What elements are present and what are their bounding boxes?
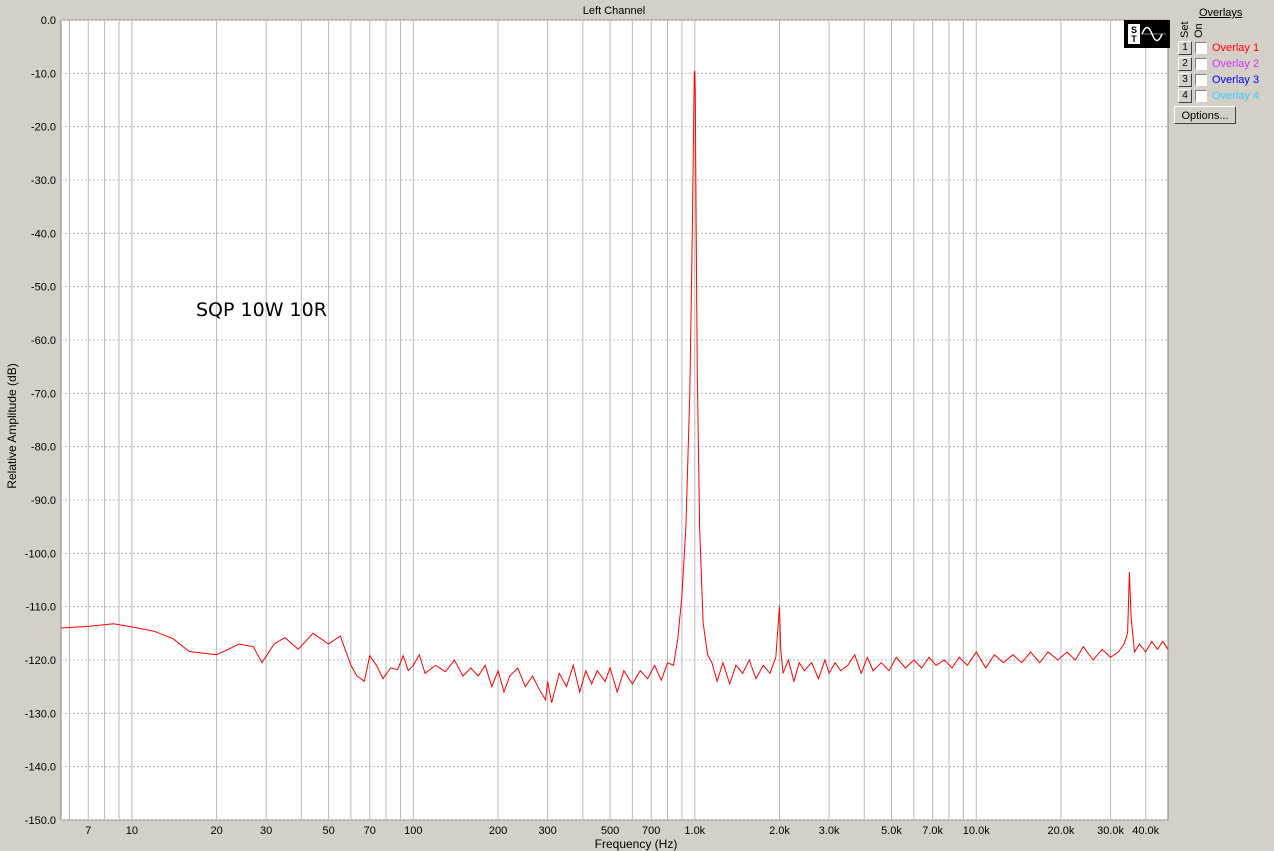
- overlay-3-label: Overlay 3: [1212, 74, 1260, 86]
- x-tick-label: 1.0k: [684, 825, 705, 837]
- x-tick-label: 70: [364, 825, 376, 837]
- overlay-4-label: Overlay 4: [1212, 90, 1260, 102]
- y-tick-label: -90.0: [31, 495, 56, 507]
- x-tick-label: 200: [489, 825, 507, 837]
- x-tick-label: 50: [322, 825, 334, 837]
- overlay-2-checkbox[interactable]: [1195, 58, 1207, 70]
- x-tick-label: 2.0k: [769, 825, 790, 837]
- y-tick-label: -10.0: [31, 68, 56, 80]
- overlay-3-set-button[interactable]: 3: [1178, 73, 1192, 87]
- options-button[interactable]: Options...: [1174, 106, 1236, 124]
- overlays-title: Overlays: [1199, 7, 1243, 19]
- y-tick-label: -130.0: [25, 708, 56, 720]
- overlay-row-3: 3 Overlay 3: [1178, 73, 1259, 87]
- x-tick-label: 30.0k: [1097, 825, 1124, 837]
- y-tick-label: -30.0: [31, 175, 56, 187]
- overlay-row-4: 4 Overlay 4: [1178, 89, 1259, 103]
- y-tick-label: 0.0: [41, 15, 56, 27]
- set-column-label: Set: [1179, 21, 1191, 38]
- overlay-1-label: Overlay 1: [1212, 42, 1260, 54]
- y-axis-title: Relative Amplitude (dB): [5, 363, 19, 488]
- svg-text:T: T: [1131, 34, 1137, 44]
- x-tick-label: 100: [404, 825, 422, 837]
- sine-wave-logo-icon: S T: [1124, 20, 1170, 48]
- x-tick-label: 5.0k: [881, 825, 902, 837]
- overlay-2-set-button[interactable]: 2: [1178, 57, 1192, 71]
- overlay-3-checkbox[interactable]: [1195, 74, 1207, 86]
- x-tick-label: 20: [210, 825, 222, 837]
- overlay-4-set-button[interactable]: 4: [1178, 89, 1192, 103]
- y-tick-label: -40.0: [31, 228, 56, 240]
- y-tick-label: -50.0: [31, 282, 56, 294]
- y-tick-label: -20.0: [31, 122, 56, 134]
- x-tick-label: 3.0k: [819, 825, 840, 837]
- y-tick-label: -140.0: [25, 762, 56, 774]
- y-tick-label: -80.0: [31, 442, 56, 454]
- overlay-1-set-button[interactable]: 1: [1178, 41, 1192, 55]
- overlay-4-checkbox[interactable]: [1195, 90, 1207, 102]
- y-tick-label: -100.0: [25, 548, 56, 560]
- plot-area: [60, 19, 1169, 821]
- x-tick-label: 7.0k: [922, 825, 943, 837]
- x-axis-title: Frequency (Hz): [595, 837, 678, 851]
- chart-title: Left Channel: [583, 5, 645, 17]
- x-tick-label: 10.0k: [963, 825, 990, 837]
- y-tick-label: -70.0: [31, 388, 56, 400]
- y-tick-label: -60.0: [31, 335, 56, 347]
- spectrum-chart: 7 10 20 30 50 70 100 200 300 500 700 1.0k 2.0k 3.0k 5.…: [5, 5, 1169, 851]
- overlay-2-label: Overlay 2: [1212, 58, 1260, 70]
- x-tick-label: 7: [85, 825, 91, 837]
- x-tick-label: 30: [260, 825, 272, 837]
- overlay-row-1: 1 Overlay 1: [1178, 41, 1259, 55]
- chart-annotation: SQP 10W 10R: [196, 299, 327, 321]
- x-tick-label: 10: [126, 825, 138, 837]
- x-tick-label: 700: [642, 825, 660, 837]
- y-tick-label: -110.0: [26, 602, 56, 614]
- y-tick-label: -120.0: [25, 655, 56, 667]
- app-window: 7 10 20 30 50 70 100 200 300 500 700 1.0k 2.0k 3.0k 5.…: [0, 0, 1274, 851]
- x-tick-label: 40.0k: [1132, 825, 1159, 837]
- x-tick-label: 300: [538, 825, 556, 837]
- x-tick-label: 500: [601, 825, 619, 837]
- y-tick-label: -150.0: [25, 815, 56, 827]
- overlay-1-checkbox[interactable]: [1195, 42, 1207, 54]
- on-column-label: On: [1193, 23, 1205, 38]
- x-tick-label: 20.0k: [1048, 825, 1075, 837]
- overlay-row-2: 2 Overlay 2: [1178, 57, 1259, 71]
